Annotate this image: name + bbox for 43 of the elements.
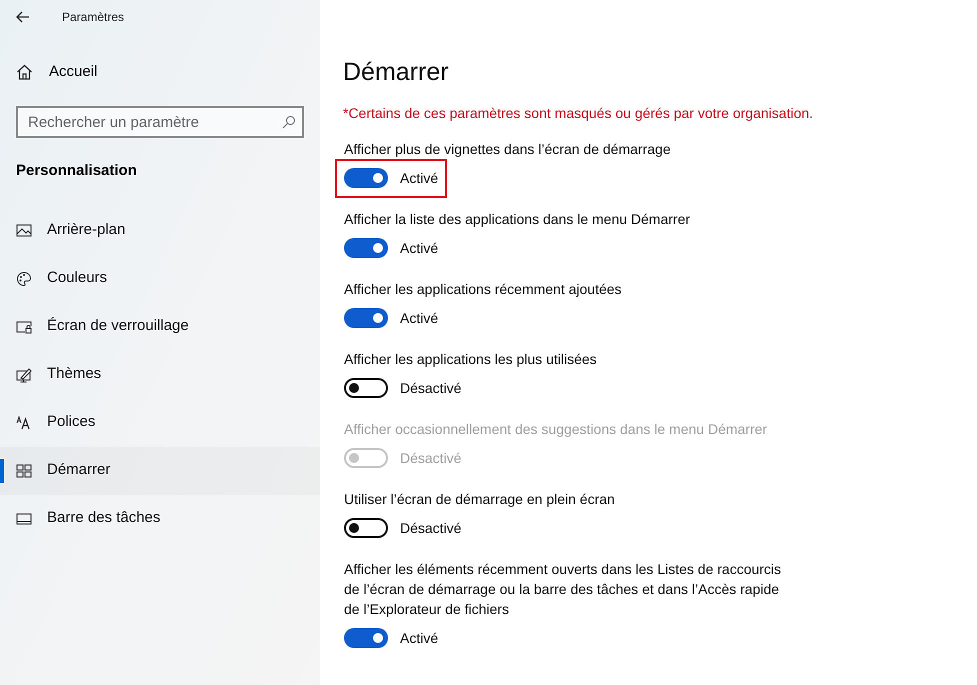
- setting-label: Afficher occasionnellement des suggestions dans le menu Démarrer: [344, 420, 768, 439]
- setting-label: Afficher les applications les plus utilisées: [344, 350, 598, 369]
- toggle-switch[interactable]: [344, 238, 388, 258]
- setting-label: Afficher la liste des applications dans le menu Démarrer: [344, 210, 692, 229]
- image-icon: [16, 222, 32, 238]
- font-icon: [16, 416, 32, 430]
- toggle-state: Activé: [400, 308, 438, 328]
- home-icon: [16, 64, 33, 80]
- toggle-state: Désactivé: [400, 518, 462, 538]
- search-icon: [282, 115, 296, 129]
- toggle-state: Activé: [400, 238, 438, 258]
- nav-item[interactable]: Démarrer: [0, 446, 320, 494]
- toggle-switch[interactable]: [344, 378, 388, 398]
- nav-item[interactable]: Barre des tâches: [0, 494, 320, 542]
- nav-item[interactable]: Écran de verrouillage: [0, 302, 320, 350]
- toggle-state: Activé: [400, 168, 438, 188]
- nav-item[interactable]: Thèmes: [0, 350, 320, 398]
- nav-item[interactable]: Arrière-plan: [0, 206, 320, 254]
- toggle-switch[interactable]: [344, 628, 388, 648]
- toggle-state: Désactivé: [400, 378, 462, 398]
- toggle-switch[interactable]: [344, 168, 388, 188]
- toggle-state: Désactivé: [400, 448, 462, 468]
- setting-label: Utiliser l’écran de démarrage en plein écran: [344, 490, 616, 509]
- taskbar-icon: [16, 510, 32, 526]
- toggle-switch[interactable]: [344, 308, 388, 328]
- page-title: Démarrer: [343, 57, 450, 88]
- section-heading: Personnalisation: [15, 161, 138, 181]
- setting-label: Afficher les éléments récemment ouverts dans les Listes de raccourcis de l’écran de démarrage ou la barre des tâches et dans l’Accès rapide de l’Explorateur de fichiers: [344, 560, 782, 619]
- palette-icon: [16, 270, 32, 286]
- toggle-switch[interactable]: [344, 518, 388, 538]
- setting-label: Afficher plus de vignettes dans l’écran de démarrage: [344, 140, 672, 159]
- policy-notice: *Certains de ces paramètres sont masqués ou gérés par votre organisation.: [343, 104, 814, 122]
- home-link[interactable]: Accueil: [49, 60, 98, 84]
- nav-item[interactable]: Polices: [0, 398, 320, 446]
- setting-label: Afficher les applications récemment ajoutées: [344, 280, 623, 299]
- brush-monitor-icon: [16, 366, 32, 382]
- toggle-state: Activé: [400, 628, 438, 648]
- search-field[interactable]: Rechercher un paramètre: [16, 106, 304, 138]
- window-title: Paramètres: [62, 9, 124, 26]
- tiles-icon: [16, 462, 32, 478]
- nav-item[interactable]: Couleurs: [0, 254, 320, 302]
- lock-screen-icon: [16, 318, 32, 334]
- back-icon[interactable]: [16, 11, 30, 23]
